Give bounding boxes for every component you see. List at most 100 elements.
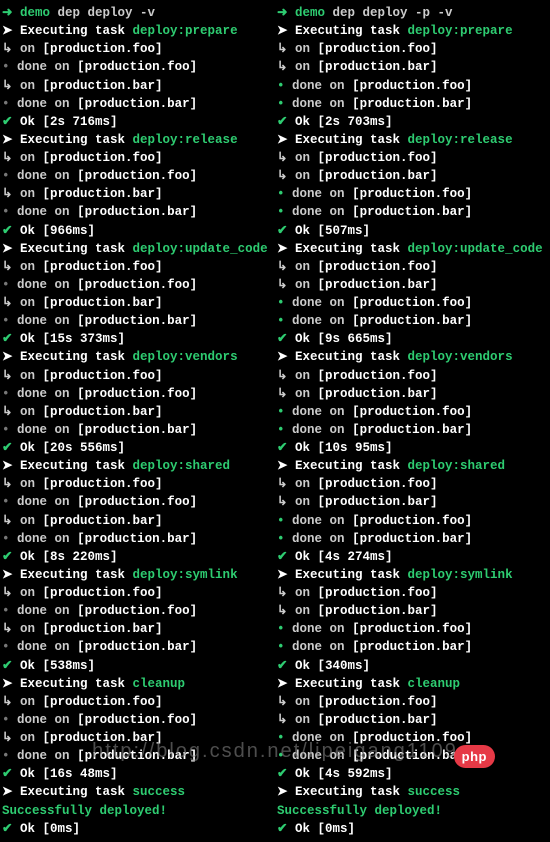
executing-task-line: ➤ Executing task deploy:symlink [277, 566, 548, 584]
bullet-icon: • [2, 278, 10, 292]
done-label: done on [17, 604, 70, 618]
arrow-sub-icon: ↳ [277, 60, 287, 74]
success-line: Successfully deployed! [2, 802, 273, 820]
task-name: deploy:release [408, 133, 513, 147]
executing-label: Executing task [20, 459, 125, 473]
executing-label: Executing task [20, 568, 125, 582]
executing-label: Executing task [295, 242, 400, 256]
check-icon: ✔ [277, 224, 287, 238]
server-name: [production.bar] [77, 205, 197, 219]
task-on-line: ↳ on [production.bar] [277, 167, 548, 185]
done-label: done on [292, 205, 345, 219]
task-arrow-icon: ➤ [277, 133, 287, 147]
executing-task-line: ➤ Executing task deploy:update_code [277, 240, 548, 258]
on-label: on [20, 586, 35, 600]
check-icon: ✔ [2, 441, 12, 455]
arrow-sub-icon: ↳ [2, 260, 12, 274]
task-name: deploy:prepare [408, 24, 513, 38]
task-on-line: ↳ on [production.foo] [2, 40, 273, 58]
server-name: [production.bar] [43, 622, 163, 636]
success-line: Successfully deployed! [277, 802, 548, 820]
task-arrow-icon: ➤ [2, 24, 12, 38]
task-done-line: • done on [production.bar] [277, 747, 548, 765]
executing-task-line: ➤ Executing task deploy:vendors [2, 348, 273, 366]
on-label: on [20, 42, 35, 56]
prompt-arrow-icon: ➜ [277, 6, 287, 20]
executing-label: Executing task [20, 133, 125, 147]
arrow-sub-icon: ↳ [2, 586, 12, 600]
on-label: on [20, 731, 35, 745]
task-done-line: • done on [production.bar] [277, 95, 548, 113]
bullet-icon: • [2, 314, 10, 328]
task-done-line: • done on [production.bar] [277, 638, 548, 656]
task-on-line: ↳ on [production.foo] [2, 258, 273, 276]
task-done-line: • done on [production.bar] [2, 530, 273, 548]
arrow-sub-icon: ↳ [277, 604, 287, 618]
arrow-sub-icon: ↳ [2, 151, 12, 165]
on-label: on [295, 151, 310, 165]
task-name: success [133, 785, 186, 799]
ok-line: ✔ Ok [20s 556ms] [2, 439, 273, 457]
arrow-sub-icon: ↳ [2, 477, 12, 491]
done-label: done on [17, 278, 70, 292]
done-label: done on [292, 314, 345, 328]
task-arrow-icon: ➤ [277, 350, 287, 364]
arrow-sub-icon: ↳ [277, 151, 287, 165]
task-done-line: • done on [production.bar] [2, 95, 273, 113]
bullet-icon: • [277, 731, 285, 745]
server-name: [production.foo] [43, 586, 163, 600]
bullet-icon: • [277, 314, 285, 328]
arrow-sub-icon: ↳ [2, 42, 12, 56]
bullet-icon: • [277, 187, 285, 201]
server-name: [production.foo] [352, 79, 472, 93]
task-on-line: ↳ on [production.foo] [277, 475, 548, 493]
check-icon: ✔ [2, 332, 12, 346]
ok-line: ✔ Ok [4s 274ms] [277, 548, 548, 566]
ok-time: Ok [538ms] [20, 659, 95, 673]
server-name: [production.foo] [318, 369, 438, 383]
server-name: [production.bar] [352, 97, 472, 111]
ok-time: Ok [966ms] [20, 224, 95, 238]
server-name: [production.foo] [43, 260, 163, 274]
task-name: deploy:shared [133, 459, 231, 473]
arrow-sub-icon: ↳ [277, 477, 287, 491]
bullet-icon: • [277, 622, 285, 636]
arrow-sub-icon: ↳ [277, 713, 287, 727]
arrow-sub-icon: ↳ [2, 514, 12, 528]
bullet-icon: • [277, 514, 285, 528]
on-label: on [295, 60, 310, 74]
done-label: done on [292, 97, 345, 111]
server-name: [production.bar] [352, 640, 472, 654]
executing-task-line: ➤ Executing task deploy:shared [277, 457, 548, 475]
task-done-line: • done on [production.foo] [277, 620, 548, 638]
final-ok-line: ✔ Ok [0ms] [277, 820, 548, 838]
task-on-line: ↳ on [production.bar] [277, 711, 548, 729]
task-on-line: ↳ on [production.bar] [2, 620, 273, 638]
server-name: [production.bar] [352, 423, 472, 437]
task-name: deploy:shared [408, 459, 506, 473]
bullet-icon: • [277, 97, 285, 111]
server-name: [production.foo] [43, 151, 163, 165]
prompt-arrow-icon: ➜ [2, 6, 12, 20]
ok-line: ✔ Ok [9s 665ms] [277, 330, 548, 348]
server-name: [production.bar] [43, 514, 163, 528]
on-label: on [20, 405, 35, 419]
server-name: [production.foo] [77, 713, 197, 727]
check-icon: ✔ [277, 659, 287, 673]
bullet-icon: • [2, 713, 10, 727]
ok-line: ✔ Ok [4s 592ms] [277, 765, 548, 783]
done-label: done on [292, 187, 345, 201]
done-label: done on [17, 423, 70, 437]
task-name: deploy:vendors [133, 350, 238, 364]
executing-label: Executing task [20, 24, 125, 38]
server-name: [production.bar] [318, 713, 438, 727]
ok-time: Ok [15s 373ms] [20, 332, 125, 346]
prompt-command: dep deploy -v [58, 6, 156, 20]
task-name: deploy:prepare [133, 24, 238, 38]
executing-label: Executing task [20, 350, 125, 364]
task-done-line: • done on [production.bar] [277, 203, 548, 221]
task-done-line: • done on [production.bar] [2, 203, 273, 221]
task-done-line: • done on [production.foo] [2, 276, 273, 294]
ok-line: ✔ Ok [15s 373ms] [2, 330, 273, 348]
server-name: [production.foo] [318, 477, 438, 491]
